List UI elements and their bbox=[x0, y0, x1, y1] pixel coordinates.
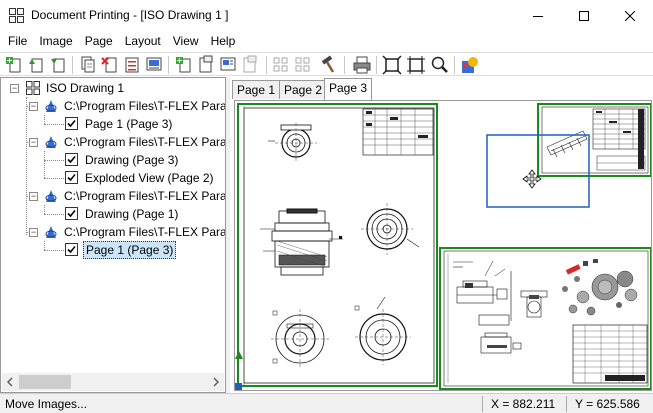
doc-1-expander[interactable]: − bbox=[29, 102, 38, 111]
close-button[interactable] bbox=[607, 0, 653, 31]
maximize-button[interactable] bbox=[561, 0, 607, 31]
status-x-coordinate: X = 882.211 bbox=[482, 396, 566, 412]
tree-doc-2[interactable]: C:\Program Files\T-FLEX Parametric bbox=[43, 133, 225, 151]
zoom-extents-icon[interactable] bbox=[406, 55, 426, 75]
checkbox-checked-icon[interactable] bbox=[64, 242, 80, 258]
document-set-icon bbox=[26, 81, 40, 95]
checkbox-checked-icon[interactable] bbox=[64, 152, 80, 168]
status-bar: Move Images... X = 882.211 Y = 625.586 bbox=[0, 393, 653, 413]
zoom-icon[interactable] bbox=[430, 55, 450, 75]
tree-doc-1[interactable]: C:\Program Files\T-FLEX Parametric bbox=[43, 97, 225, 115]
sheet-drawing-top-right[interactable] bbox=[537, 103, 651, 177]
scroll-right-icon[interactable] bbox=[211, 377, 221, 387]
align-grid-icon[interactable] bbox=[294, 55, 314, 75]
window-title: Document Printing - [ISO Drawing 1 ] bbox=[31, 8, 229, 22]
page-copy-icon[interactable] bbox=[78, 55, 98, 75]
tree-root-label: ISO Drawing 1 bbox=[46, 81, 125, 95]
close-icon bbox=[625, 10, 635, 21]
doc-4-expander[interactable]: − bbox=[29, 228, 38, 237]
doc-3-expander[interactable]: − bbox=[29, 192, 38, 201]
status-message: Move Images... bbox=[5, 397, 88, 411]
fit-page-icon[interactable] bbox=[382, 55, 402, 75]
delete-page-icon[interactable] bbox=[100, 55, 120, 75]
menu-layout[interactable]: Layout bbox=[119, 31, 167, 51]
scroll-thumb[interactable] bbox=[19, 375, 71, 389]
tree-page-2-1[interactable]: Drawing (Page 3) bbox=[64, 151, 180, 169]
selected-tree-item-label: Page 1 (Page 3) bbox=[83, 241, 177, 259]
page-properties-icon[interactable] bbox=[144, 55, 164, 75]
menu-page[interactable]: Page bbox=[79, 31, 119, 51]
menu-view[interactable]: View bbox=[167, 31, 205, 51]
document-tree[interactable]: − ISO Drawing 1 − C:\Program Files\T-FLE… bbox=[0, 77, 226, 393]
tree-page-1-1[interactable]: Page 1 (Page 3) bbox=[64, 115, 174, 133]
app-icon bbox=[9, 8, 24, 23]
doc-2-expander[interactable]: − bbox=[29, 138, 38, 147]
tree-page-4-1[interactable]: Page 1 (Page 3) bbox=[64, 241, 177, 259]
page-view-pane: Page 1 Page 2 Page 3 bbox=[230, 77, 653, 393]
title-bar: Document Printing - [ISO Drawing 1 ] bbox=[0, 0, 653, 31]
tree-doc-4[interactable]: C:\Program Files\T-FLEX Parametric bbox=[43, 223, 225, 241]
tab-page-3[interactable]: Page 3 bbox=[324, 78, 373, 100]
checkbox-checked-icon[interactable] bbox=[64, 170, 80, 186]
menu-file[interactable]: File bbox=[2, 31, 33, 51]
page-list-icon[interactable] bbox=[122, 55, 142, 75]
tab-page-2[interactable]: Page 2 bbox=[279, 80, 328, 99]
add-document-icon[interactable] bbox=[4, 55, 24, 75]
toolbar bbox=[0, 52, 653, 76]
move-down-document-icon[interactable] bbox=[48, 55, 68, 75]
menu-image[interactable]: Image bbox=[33, 31, 78, 51]
tab-page-1[interactable]: Page 1 bbox=[232, 80, 281, 99]
move-up-document-icon[interactable] bbox=[26, 55, 46, 75]
image-disabled-icon[interactable] bbox=[240, 55, 260, 75]
new-page-icon[interactable] bbox=[174, 55, 194, 75]
tflex-document-icon bbox=[45, 136, 57, 148]
minimize-button[interactable] bbox=[515, 0, 561, 31]
tree-doc-3[interactable]: C:\Program Files\T-FLEX Parametric bbox=[43, 187, 225, 205]
tree-horizontal-scrollbar[interactable] bbox=[2, 373, 224, 391]
hammer-icon[interactable] bbox=[318, 55, 338, 75]
tflex-document-icon bbox=[45, 190, 57, 202]
menu-help[interactable]: Help bbox=[205, 31, 242, 51]
page-layout-drawing[interactable] bbox=[235, 101, 652, 391]
tree-root[interactable]: ISO Drawing 1 bbox=[25, 79, 126, 97]
tflex-document-icon bbox=[45, 226, 57, 238]
sheet-drawing-left[interactable] bbox=[237, 103, 438, 387]
checkbox-checked-icon[interactable] bbox=[64, 206, 80, 222]
page-canvas[interactable] bbox=[234, 100, 652, 391]
checkbox-checked-icon[interactable] bbox=[64, 116, 80, 132]
about-icon[interactable] bbox=[460, 55, 480, 75]
scroll-left-icon[interactable] bbox=[5, 377, 15, 387]
status-y-coordinate: Y = 625.586 bbox=[566, 396, 653, 412]
sheet-drawing-bottom-right[interactable] bbox=[439, 247, 651, 390]
image-properties-icon[interactable] bbox=[218, 55, 238, 75]
insert-image-icon[interactable] bbox=[196, 55, 216, 75]
minimize-icon bbox=[533, 15, 543, 17]
tflex-document-icon bbox=[45, 100, 57, 112]
menu-bar: File Image Page Layout View Help bbox=[0, 31, 653, 51]
tree-page-2-2[interactable]: Exploded View (Page 2) bbox=[64, 169, 216, 187]
print-icon[interactable] bbox=[352, 55, 372, 75]
align-left-icon[interactable] bbox=[272, 55, 292, 75]
maximize-icon bbox=[579, 10, 589, 21]
tree-page-3-1[interactable]: Drawing (Page 1) bbox=[64, 205, 180, 223]
root-expander[interactable]: − bbox=[10, 84, 19, 93]
